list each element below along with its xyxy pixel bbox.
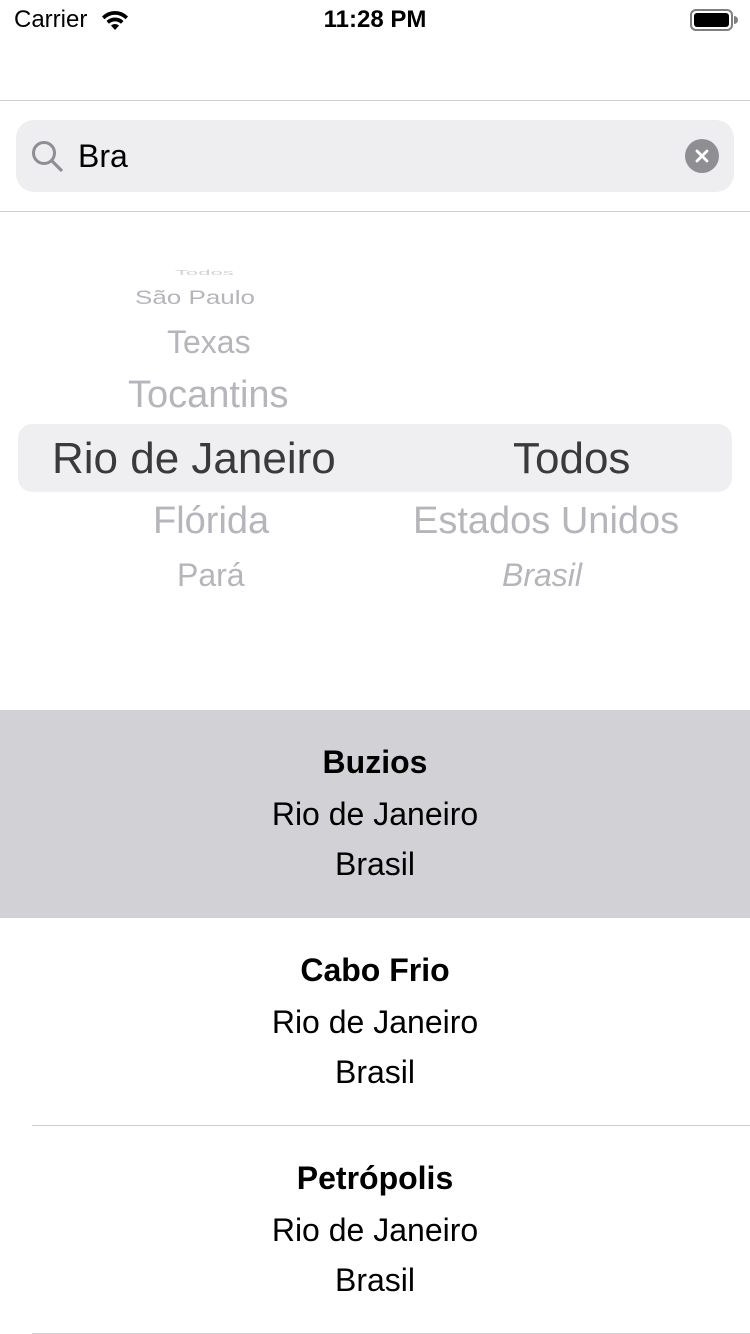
result-state: Rio de Janeiro	[271, 1004, 479, 1040]
location-picker[interactable]: Todos São Paulo Texas Tocantins Rio de J…	[0, 212, 750, 710]
clock: 11:28 PM	[323, 6, 427, 33]
clear-button[interactable]	[685, 139, 719, 173]
result-row[interactable]: Cabo Frio Rio de Janeiro Brasil	[0, 918, 750, 1126]
results-list: Buzios Rio de Janeiro Brasil Cabo Frio R…	[0, 710, 750, 1334]
search-field[interactable]	[16, 120, 734, 192]
navigation-bar	[0, 40, 750, 101]
result-city: Cabo Frio	[300, 952, 450, 988]
picker-left-option[interactable]: Flórida	[153, 500, 269, 543]
picker-left-selected[interactable]: Rio de Janeiro	[52, 434, 336, 484]
battery-icon	[690, 9, 738, 31]
picker-right-option[interactable]: Brasil	[502, 557, 582, 594]
picker-left-option[interactable]: Pará	[177, 557, 245, 594]
result-row[interactable]: Buzios Rio de Janeiro Brasil	[0, 710, 750, 918]
picker-left-option[interactable]: Tocantins	[128, 374, 289, 417]
status-bar: Carrier 11:28 PM	[0, 0, 750, 40]
clear-icon	[695, 149, 709, 163]
search-icon	[32, 141, 63, 172]
search-bar	[0, 101, 750, 212]
result-city: Buzios	[322, 744, 428, 780]
result-state: Rio de Janeiro	[271, 796, 479, 832]
picker-right-option[interactable]: Estados Unidos	[413, 500, 679, 543]
picker-right-selected[interactable]: Todos	[513, 434, 630, 484]
picker-left-option[interactable]: Texas	[167, 324, 251, 361]
result-state: Rio de Janeiro	[271, 1212, 479, 1248]
result-row[interactable]: Petrópolis Rio de Janeiro Brasil	[0, 1126, 750, 1334]
result-country: Brasil	[334, 1054, 415, 1090]
result-city: Petrópolis	[296, 1160, 454, 1196]
search-input[interactable]	[78, 132, 668, 180]
picker-left-option[interactable]: São Paulo	[135, 286, 255, 309]
result-country: Brasil	[334, 846, 415, 882]
result-country: Brasil	[334, 1262, 415, 1298]
picker-left-option[interactable]: Todos	[175, 268, 234, 277]
